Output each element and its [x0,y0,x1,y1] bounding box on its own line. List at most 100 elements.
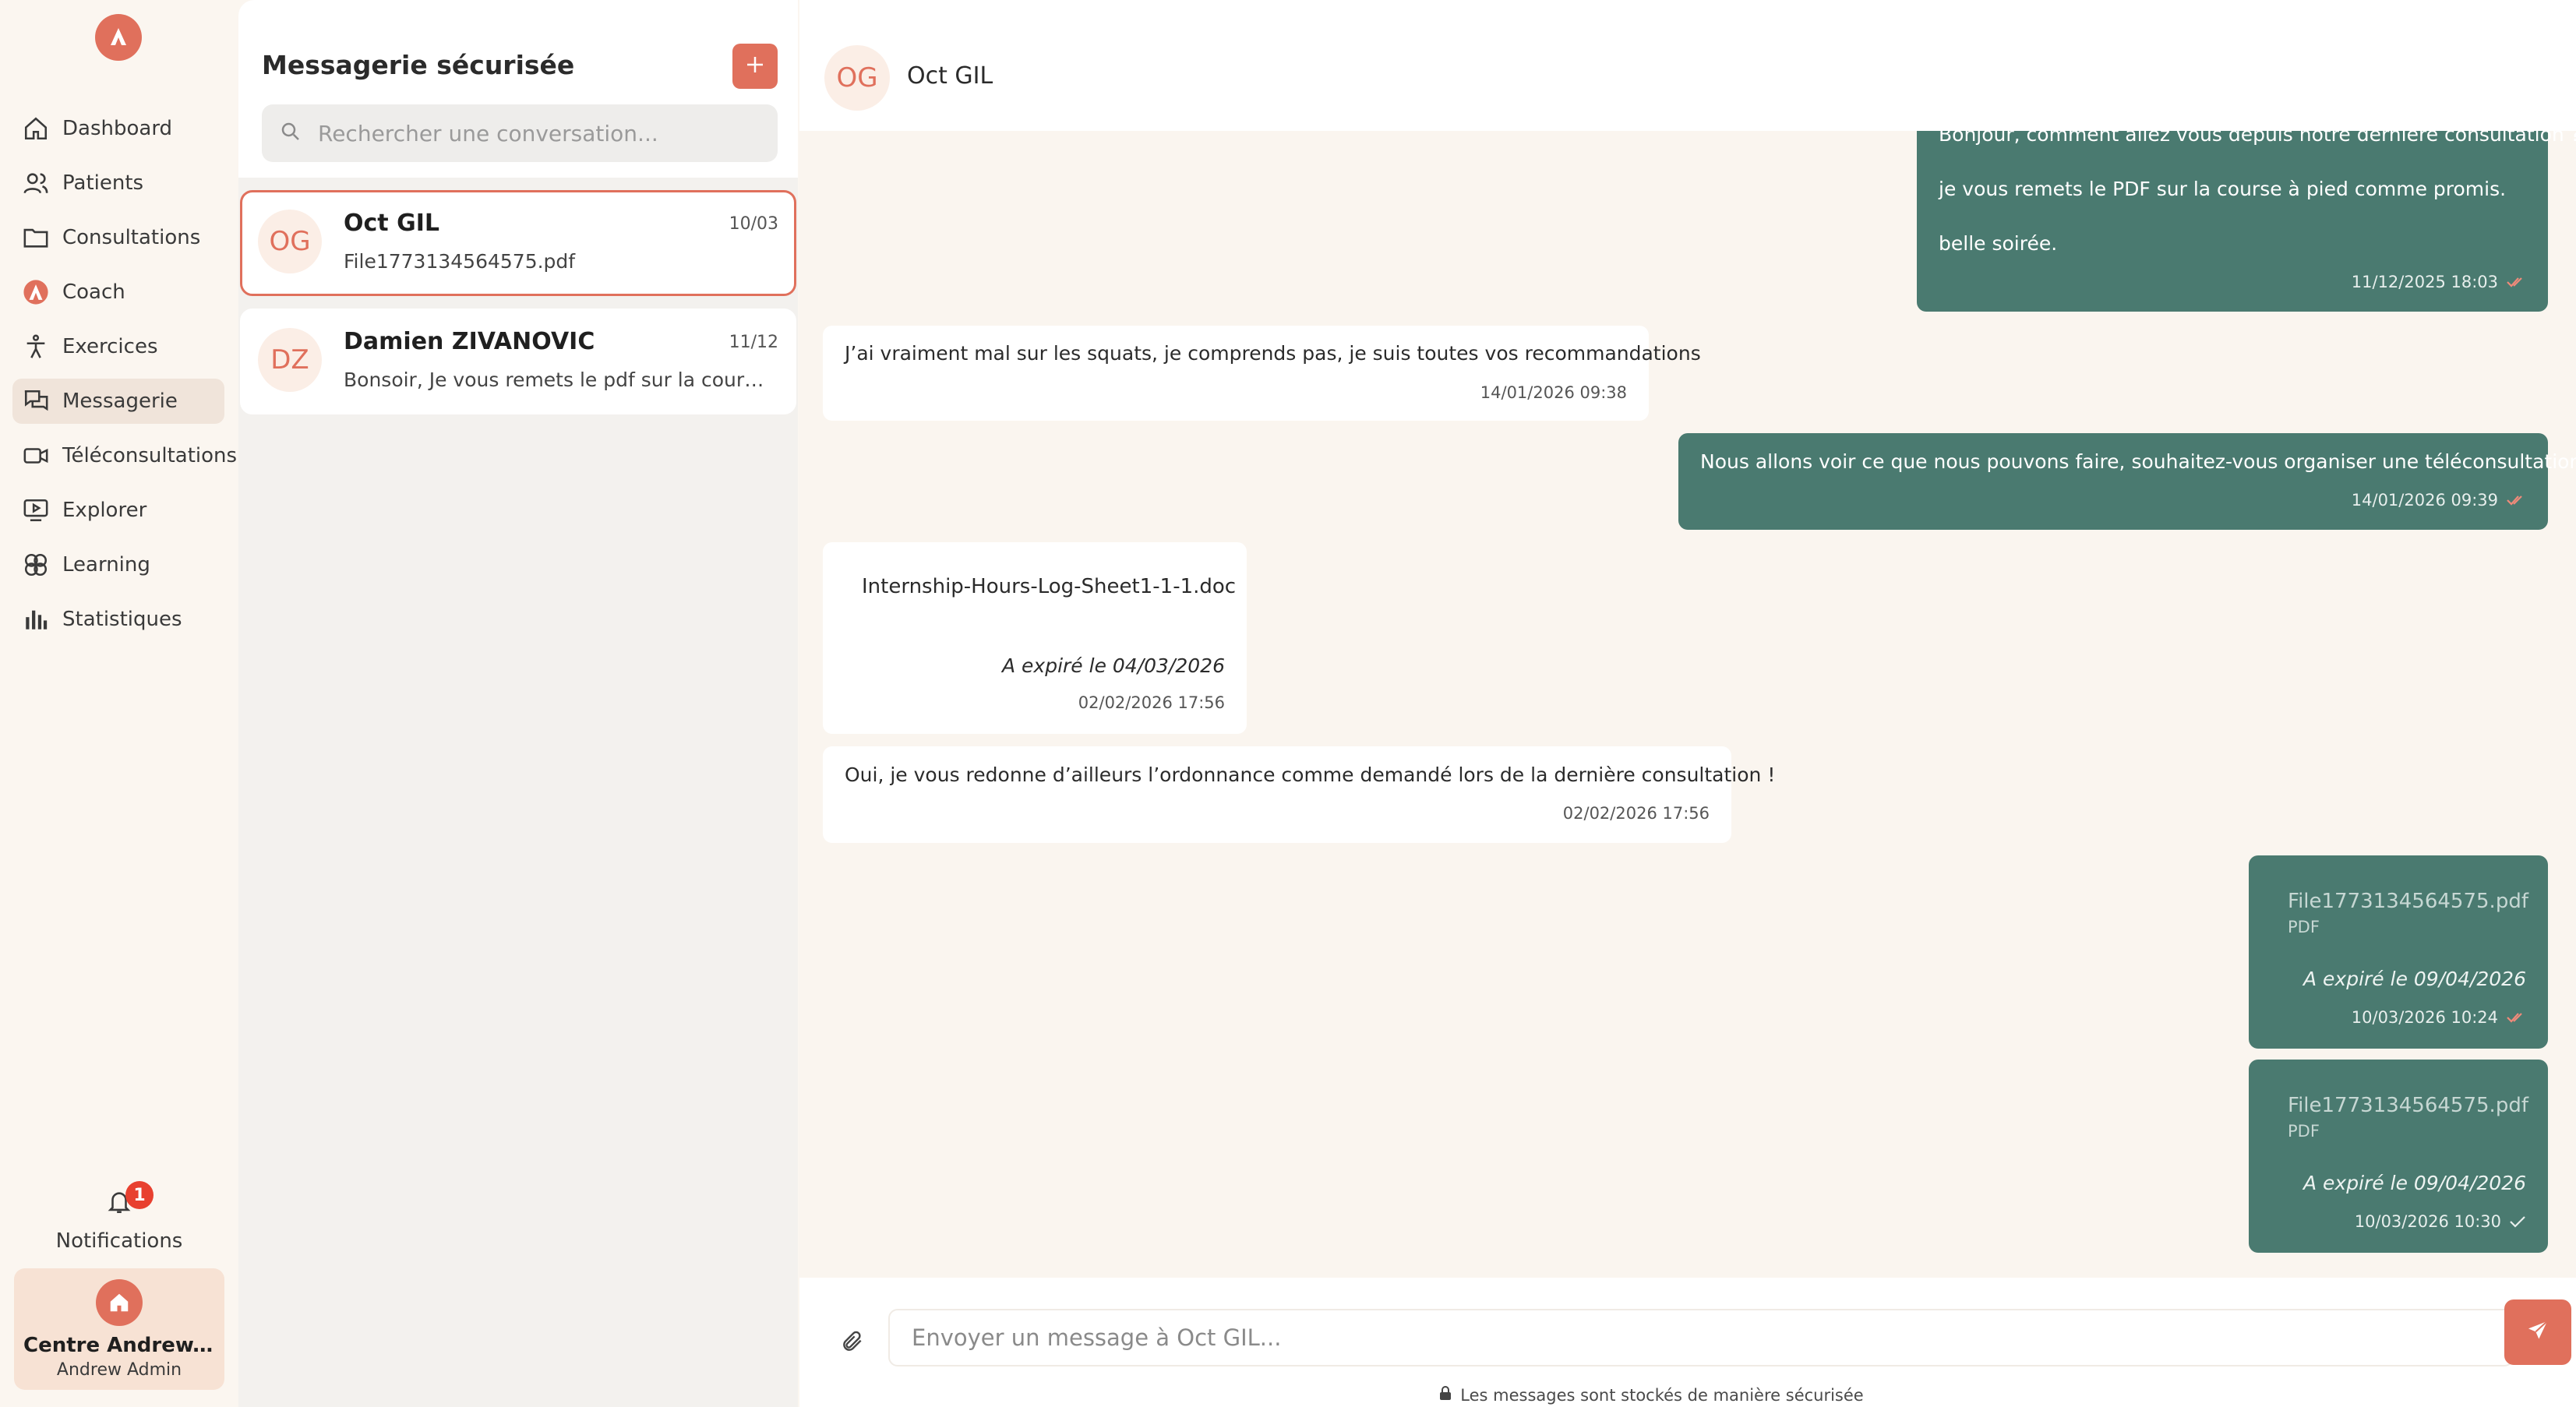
message-text: J’ai vraiment mal sur les squats, je com… [845,342,1701,365]
message-text: je vous remets le PDF sur la course à pi… [1939,178,2507,200]
center-name: Centre Andrew... [23,1334,216,1357]
video-icon [22,442,50,470]
send-icon [2525,1318,2550,1346]
sidebar-item-explorer[interactable]: Explorer [12,488,224,533]
avatar: OG [824,45,890,111]
send-button[interactable] [2504,1299,2571,1365]
sidebar-item-dashboard[interactable]: Dashboard [12,106,224,151]
folder-icon [22,224,50,252]
file-expired-label: A expiré le 04/03/2026 [1001,654,1225,677]
file-attachment-outgoing[interactable]: File1773134564575.pdf PDF A expiré le 09… [2249,1060,2548,1253]
lock-icon [1438,1385,1460,1405]
sidebar-item-learning[interactable]: Learning [12,542,224,587]
message-meta: 10/03/2026 10:30 [2355,1212,2526,1231]
message-time: 10/03/2026 10:30 [2354,1212,2501,1231]
home-icon [22,115,50,143]
sidebar-item-consultations[interactable]: Consultations [12,215,224,260]
secure-note: Les messages sont stockés de manière séc… [799,1385,2503,1405]
brain-icon [22,551,50,579]
chat-header: OG Oct GIL [799,0,2576,131]
message-bubble-outgoing: Nous allons voir ce que nous pouvons fai… [1678,433,2576,530]
double-check-icon [2506,493,2526,507]
sidebar-item-statistiques[interactable]: Statistiques [12,597,224,642]
message-bubble-incoming: Oui, je vous redonne d’ailleurs l’ordonn… [823,746,1775,843]
file-attachment-outgoing[interactable]: File1773134564575.pdf PDF A expiré le 09… [2249,855,2548,1049]
message-time: 11/12/2025 18:03 [2351,273,2498,291]
sidebar-item-coach[interactable]: Coach [12,270,224,315]
conversation-item[interactable]: OG Oct GIL 10/03 File1773134564575.pdf [240,190,796,296]
message-input[interactable] [888,1309,2514,1366]
conversation-item[interactable]: DZ Damien ZIVANOVIC 11/12 Bonsoir, Je vo… [240,309,796,414]
conversation-preview: File1773134564575.pdf [344,250,576,273]
file-type: PDF [2288,1122,2320,1141]
avatar: DZ [258,328,322,392]
file-attachment-incoming[interactable]: Internship-Hours-Log-Sheet1-1-1.doc A ex… [823,542,1247,734]
chat-icon [22,387,50,415]
sidebar-item-label: Coach [62,280,125,304]
figure-icon [22,333,50,361]
file-type: PDF [2288,918,2320,936]
sidebar-item-label: Messagerie [62,390,178,413]
conversation-panel: Messagerie sécurisée OG Oct GIL 10/03 Fi… [238,0,798,1407]
message-meta: 14/01/2026 09:39 [2352,491,2526,510]
chat-contact-name: Oct GIL [907,62,993,90]
sidebar-item-label: Statistiques [62,608,182,631]
check-icon [2509,1215,2526,1229]
file-expired-label: A expiré le 09/04/2026 [2303,968,2526,990]
message-text: Nous allons voir ce que nous pouvons fai… [1700,450,2576,473]
message-composer: Les messages sont stockés de manière séc… [799,1278,2576,1407]
bar-chart-icon [22,605,50,633]
sidebar-item-label: Exercices [62,335,158,358]
paperclip-icon[interactable] [837,1326,868,1357]
notification-count-badge: 1 [125,1181,154,1209]
file-name: File1773134564575.pdf [2288,1094,2528,1117]
conversation-name: Oct GIL [344,210,439,237]
message-time: 02/02/2026 17:56 [1078,693,1225,712]
message-bubble-incoming: J’ai vraiment mal sur les squats, je com… [823,326,1701,421]
double-check-icon [2506,1010,2526,1024]
sidebar-item-label: Explorer [62,499,147,522]
play-screen-icon [22,496,50,524]
message-text: Oui, je vous redonne d’ailleurs l’ordonn… [845,763,1776,786]
sidebar: Dashboard Patients Consultations Coach E… [0,0,238,1407]
secure-note-text: Les messages sont stockés de manière séc… [1460,1385,1864,1405]
sidebar-item-teleconsultations[interactable]: Téléconsultations [12,433,237,478]
sidebar-item-label: Dashboard [62,117,173,140]
message-time: 14/01/2026 09:38 [1480,383,1627,402]
search-icon [279,120,302,146]
file-expired-label: A expiré le 09/04/2026 [2303,1172,2526,1194]
sidebar-item-patients[interactable]: Patients [12,160,224,206]
message-time: 02/02/2026 17:56 [1562,804,1710,823]
brand-logo-icon [22,278,50,306]
avatar: OG [258,210,322,273]
center-user: Andrew Admin [56,1360,182,1380]
message-time: 14/01/2026 09:39 [2351,491,2498,510]
conversation-preview: Bonsoir, Je vous remets le pdf sur la co… [344,368,764,391]
center-account-card[interactable]: Centre Andrew... Andrew Admin [14,1268,224,1390]
sidebar-item-messagerie[interactable]: Messagerie [12,379,224,424]
plus-icon [743,53,767,79]
double-check-icon [2506,275,2526,289]
message-meta: 11/12/2025 18:03 [2352,273,2526,291]
search-input[interactable] [316,119,771,147]
sidebar-item-exercices[interactable]: Exercices [12,324,224,369]
brand-logo-icon[interactable] [95,14,142,61]
sidebar-item-label: Consultations [62,226,201,249]
message-time: 10/03/2026 10:24 [2351,1008,2498,1027]
file-name: File1773134564575.pdf [2288,890,2528,913]
chat-panel: Bonjour, comment allez vous depuis notre… [799,0,2576,1407]
message-text: belle soirée. [1939,232,2058,255]
conversation-header: Messagerie sécurisée [238,0,798,178]
sidebar-nav: Dashboard Patients Consultations Coach E… [12,106,237,651]
notifications[interactable]: 1 Notifications [0,1181,238,1253]
conversation-date: 10/03 [729,214,778,234]
new-conversation-button[interactable] [732,44,778,89]
users-icon [22,169,50,197]
conversation-name: Damien ZIVANOVIC [344,328,595,355]
message-meta: 10/03/2026 10:24 [2352,1008,2526,1027]
sidebar-item-label: Patients [62,171,144,195]
file-name: Internship-Hours-Log-Sheet1-1-1.doc [862,575,1237,598]
sidebar-item-label: Learning [62,553,150,577]
home-icon [96,1279,143,1326]
sidebar-item-label: Téléconsultations [62,444,238,467]
